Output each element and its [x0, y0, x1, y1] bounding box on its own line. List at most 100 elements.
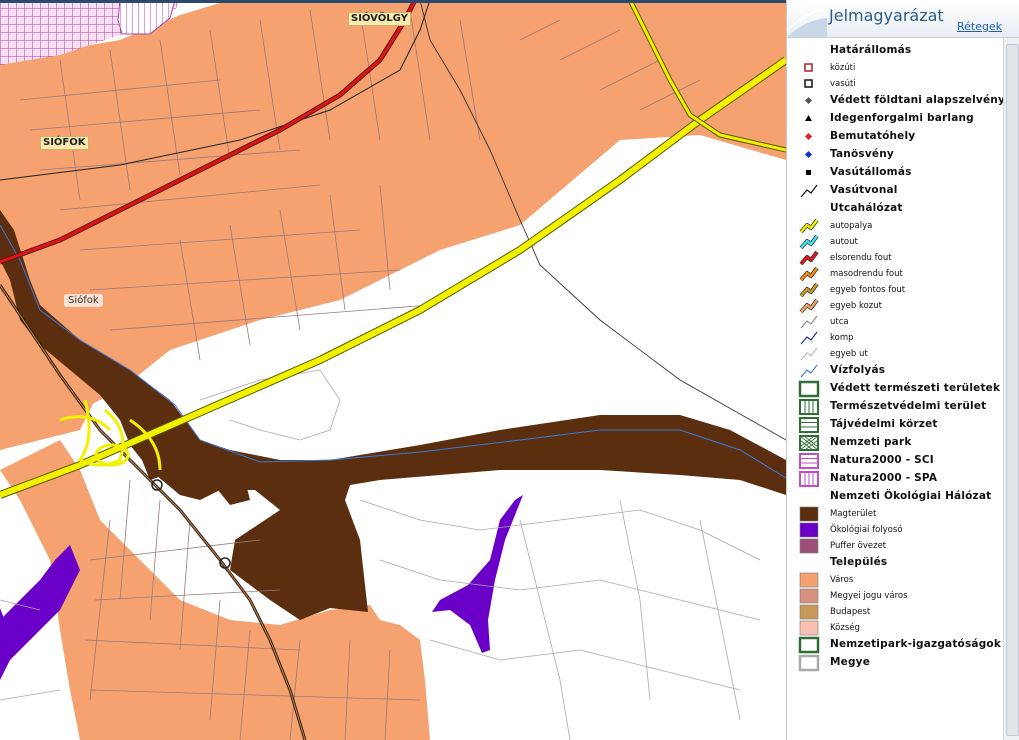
map-svg[interactable] [0, 0, 786, 740]
legend-item: Natura2000 - SCI [787, 452, 1003, 470]
legend-label: Vasútvonal [830, 184, 898, 196]
legend-label: utca [830, 317, 849, 327]
legend-symbol-line-icon [798, 182, 820, 200]
legend-item: közúti [787, 60, 1003, 76]
legend-symbol-diamond-icon [798, 92, 820, 110]
legend-item: Puffer övezet [787, 538, 1003, 554]
legend-symbol-fill-icon [798, 537, 820, 555]
legend-item: Tájvédelmi körzet [787, 416, 1003, 434]
legend-label: Vízfolyás [830, 364, 886, 376]
label-siovolgy: SIÓVÖLGY [348, 12, 411, 26]
legend-label: egyeb kozut [830, 301, 882, 311]
legend-label: Budapest [830, 607, 871, 617]
legend-item: Határállomás [787, 42, 1003, 60]
legend-symbol-box-cross-icon [798, 434, 820, 452]
legend-item: egyeb fontos fout [787, 282, 1003, 298]
legend-item: Nemzeti Ökológiai Hálózat [787, 488, 1003, 506]
label-siofok-station: SIÓFOK [40, 136, 89, 150]
layers-link[interactable]: Rétegek [957, 20, 1002, 33]
legend-scrollbar[interactable] [1003, 38, 1019, 740]
legend-label: Védett természeti területek [830, 382, 1001, 394]
legend-item: Vasútvonal [787, 182, 1003, 200]
legend-symbol-line-icon [798, 362, 820, 380]
legend-symbol-box-icon [798, 636, 820, 654]
legend-header: Jelmagyarázat Rétegek [787, 0, 1019, 38]
legend-label: masodrendu fout [830, 269, 903, 279]
map-top-strip [0, 0, 786, 3]
legend-symbol-box-icon [798, 654, 820, 672]
legend-item: Tanösvény [787, 146, 1003, 164]
legend-item: Község [787, 620, 1003, 636]
legend-item: vasúti [787, 76, 1003, 92]
legend-label: Védett földtani alapszelvény [830, 94, 1003, 106]
legend-item: Bemutatóhely [787, 128, 1003, 146]
map-canvas[interactable]: SIÓVÖLGY SIÓFOK Siófok [0, 0, 786, 740]
legend-symbol-box-vlines-icon [798, 398, 820, 416]
ecological-corridor-east [432, 495, 523, 653]
legend-label: Tanösvény [830, 148, 894, 160]
legend-label: Utcahálózat [830, 202, 903, 214]
legend-symbol-border-crossing-rail-icon [798, 75, 820, 93]
legend-item: Vízfolyás [787, 362, 1003, 380]
legend-label: Nemzetipark-igazgatóságok [830, 638, 1002, 650]
legend-title: Jelmagyarázat [829, 6, 944, 25]
legend-item: Település [787, 554, 1003, 572]
legend-symbol-line-icon [798, 345, 820, 363]
legend-item: Természetvédelmi terület [787, 398, 1003, 416]
legend-label: egyeb ut [830, 349, 868, 359]
legend-item: Nemzeti park [787, 434, 1003, 452]
legend-label: Puffer övezet [830, 541, 887, 551]
legend-item: utca [787, 314, 1003, 330]
legend-label: Bemutatóhely [830, 130, 916, 142]
legend-item: Natura2000 - SPA [787, 470, 1003, 488]
legend-item: komp [787, 330, 1003, 346]
legend-symbol-fill-icon [798, 619, 820, 637]
legend-label: Natura2000 - SCI [830, 454, 934, 466]
legend-item: Vasútállomás [787, 164, 1003, 182]
legend-item: Védett természeti területek [787, 380, 1003, 398]
legend-item: Nemzetipark-igazgatóságok [787, 636, 1003, 654]
scrollbar-thumb[interactable] [1006, 44, 1019, 736]
legend-label: Nemzeti park [830, 436, 912, 448]
legend-label: elsorendu fout [830, 253, 892, 263]
legend-panel: Jelmagyarázat Rétegek Határállomás közúti… [786, 0, 1019, 740]
legend-symbol-box-hlines-icon [798, 416, 820, 434]
legend-label: Község [830, 623, 860, 633]
legend-label: Természetvédelmi terület [830, 400, 987, 412]
legend-symbol-square-icon [798, 164, 820, 182]
legend-list: Határállomás közúti vasúti Védett földtani … [787, 38, 1003, 740]
legend-label: közúti [830, 63, 856, 73]
legend-label: Natura2000 - SPA [830, 472, 938, 484]
legend-label: Megyei jogu város [830, 591, 908, 601]
legend-label: Határállomás [830, 44, 912, 56]
legend-item: egyeb kozut [787, 298, 1003, 314]
legend-item: autopalya [787, 218, 1003, 234]
legend-label: Nemzeti Ökológiai Hálózat [830, 490, 992, 502]
legend-item: Védett földtani alapszelvény [787, 92, 1003, 110]
legend-label: Vasútállomás [830, 166, 912, 178]
legend-item: Megyei jogu város [787, 588, 1003, 604]
legend-item: masodrendu fout [787, 266, 1003, 282]
legend-item: Utcahálózat [787, 200, 1003, 218]
legend-label: autopalya [830, 221, 873, 231]
legend-item: egyeb ut [787, 346, 1003, 362]
legend-label: Megye [830, 656, 871, 668]
legend-item: Város [787, 572, 1003, 588]
label-siofok-town: Siófok [64, 294, 103, 307]
legend-symbol-box-icon [798, 380, 820, 398]
legend-label: Idegenforgalmi barlang [830, 112, 974, 124]
legend-item: Idegenforgalmi barlang [787, 110, 1003, 128]
legend-item: Megye [787, 654, 1003, 672]
legend-label: Város [830, 575, 854, 585]
legend-symbol-triangle-icon [798, 110, 820, 128]
legend-item: Ökológiai folyosó [787, 522, 1003, 538]
legend-symbol-box-vlines-icon [798, 470, 820, 488]
legend-label: Tájvédelmi körzet [830, 418, 938, 430]
legend-label: autout [830, 237, 858, 247]
legend-item: elsorendu fout [787, 250, 1003, 266]
legend-symbol-diamond-icon [798, 128, 820, 146]
legend-label: vasúti [830, 79, 856, 89]
legend-symbol-box-hlines-icon [798, 452, 820, 470]
legend-label: Ökológiai folyosó [830, 525, 903, 535]
legend-label: komp [830, 333, 854, 343]
